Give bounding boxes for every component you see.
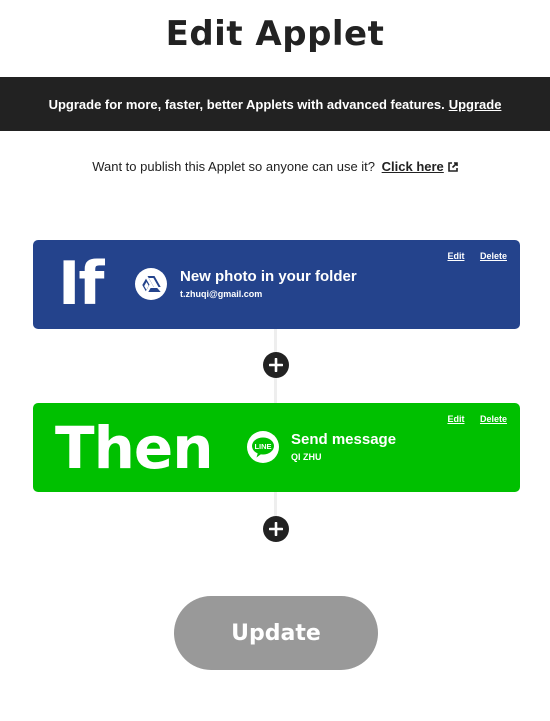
action-actions: Edit Delete — [434, 414, 507, 424]
add-step-button[interactable] — [263, 352, 289, 378]
update-button[interactable]: Update — [174, 596, 378, 670]
flow-connector-line — [274, 492, 277, 516]
plus-icon — [269, 522, 283, 536]
publish-click-here-link[interactable]: Click here — [382, 159, 458, 174]
action-delete-link[interactable]: Delete — [480, 414, 507, 424]
upgrade-link[interactable]: Upgrade — [449, 97, 502, 112]
trigger-title: New photo in your folder — [180, 268, 357, 285]
external-link-icon — [447, 162, 458, 172]
action-card[interactable]: Then LINE Send message QI ZHU Edit Delet… — [33, 403, 520, 492]
action-title: Send message — [291, 431, 397, 448]
plus-icon — [269, 358, 283, 372]
publish-prompt-text: Want to publish this Applet so anyone ca… — [92, 159, 376, 174]
page-title: Edit Applet — [165, 14, 385, 54]
svg-text:LINE: LINE — [254, 442, 271, 451]
line-icon: LINE — [247, 431, 279, 463]
upgrade-banner-text: Upgrade for more, faster, better Applets… — [48, 96, 445, 112]
trigger-delete-link[interactable]: Delete — [480, 251, 507, 261]
publish-link-label: Click here — [381, 159, 444, 174]
action-account: QI ZHU — [291, 452, 322, 462]
trigger-actions: Edit Delete — [434, 251, 507, 261]
upgrade-banner: Upgrade for more, faster, better Applets… — [0, 77, 550, 131]
trigger-keyword: If — [58, 249, 104, 319]
action-edit-link[interactable]: Edit — [447, 414, 464, 424]
trigger-edit-link[interactable]: Edit — [447, 251, 464, 261]
action-keyword: Then — [55, 414, 213, 482]
add-step-button[interactable] — [263, 516, 289, 542]
publish-prompt: Want to publish this Applet so anyone ca… — [0, 159, 550, 174]
trigger-account: t.zhuqi@gmail.com — [180, 289, 263, 299]
google-drive-icon — [135, 268, 167, 300]
trigger-card[interactable]: If New photo in your folder t.zhuqi@gmai… — [33, 240, 520, 329]
